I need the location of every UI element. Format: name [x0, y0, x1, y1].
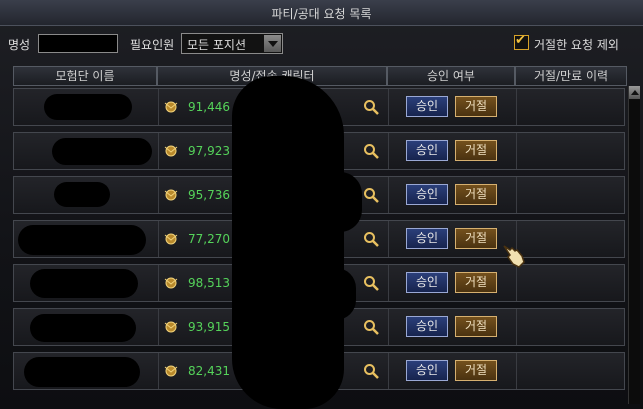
approve-button[interactable]: 승인 [406, 272, 448, 293]
search-icon[interactable] [363, 231, 379, 247]
search-icon[interactable] [363, 363, 379, 379]
chevron-down-icon[interactable] [264, 35, 281, 52]
fame-value: 95,736 [188, 188, 230, 202]
column-header-approval[interactable]: 승인 여부 [387, 66, 515, 86]
approve-button[interactable]: 승인 [406, 184, 448, 205]
redaction-scribble [318, 172, 362, 232]
reject-button[interactable]: 거절 [455, 184, 497, 205]
reject-button[interactable]: 거절 [455, 360, 497, 381]
reject-button[interactable]: 거절 [455, 96, 497, 117]
redacted-name [18, 225, 146, 255]
reject-button[interactable]: 거절 [455, 140, 497, 161]
approve-button[interactable]: 승인 [406, 140, 448, 161]
rank-emblem-icon [164, 277, 178, 289]
fame-value: 82,431 [188, 364, 230, 378]
redacted-name [44, 94, 132, 120]
search-icon[interactable] [363, 275, 379, 291]
rank-emblem-icon [164, 365, 178, 377]
redaction-scribble [232, 76, 344, 409]
reject-button[interactable]: 거절 [455, 228, 497, 249]
fame-value: 97,923 [188, 144, 230, 158]
column-header-adventurer-name[interactable]: 모험단 이름 [13, 66, 157, 86]
search-icon[interactable] [363, 143, 379, 159]
search-icon[interactable] [363, 99, 379, 115]
position-select-value: 모든 포지션 [187, 38, 247, 52]
hand-cursor-icon [503, 245, 525, 268]
exclude-rejected-checkbox[interactable] [514, 33, 529, 50]
search-icon[interactable] [363, 187, 379, 203]
redacted-name [52, 138, 152, 165]
approve-button[interactable]: 승인 [406, 96, 448, 117]
fame-input[interactable] [38, 34, 118, 53]
approve-button[interactable]: 승인 [406, 316, 448, 337]
reject-button[interactable]: 거절 [455, 272, 497, 293]
rank-emblem-icon [164, 233, 178, 245]
position-select[interactable]: 모든 포지션 [181, 33, 283, 54]
redacted-name [54, 182, 110, 207]
scrollbar[interactable] [628, 86, 640, 404]
redacted-name [24, 357, 140, 387]
exclude-rejected-label[interactable]: 거절한 요청 제외 [534, 36, 619, 53]
fame-value: 77,270 [188, 232, 230, 246]
rank-emblem-icon [164, 321, 178, 333]
column-header-history[interactable]: 거절/만료 이력 [515, 66, 627, 86]
approve-button[interactable]: 승인 [406, 360, 448, 381]
rank-emblem-icon [164, 145, 178, 157]
title-bar[interactable]: 파티/공대 요청 목록 [0, 0, 643, 26]
fame-value: 98,513 [188, 276, 230, 290]
window-title: 파티/공대 요청 목록 [271, 7, 372, 21]
reject-button[interactable]: 거절 [455, 316, 497, 337]
redacted-name [30, 269, 138, 298]
fame-value: 91,446 [188, 100, 230, 114]
rank-emblem-icon [164, 101, 178, 113]
rank-emblem-icon [164, 189, 178, 201]
redaction-scribble [316, 268, 356, 320]
fame-label: 명성 [8, 38, 31, 52]
scroll-up-arrow-icon[interactable] [629, 86, 640, 99]
party-request-window: 파티/공대 요청 목록 명성 필요인원 모든 포지션 거절한 요청 제외 모험단… [0, 0, 643, 409]
search-icon[interactable] [363, 319, 379, 335]
approve-button[interactable]: 승인 [406, 228, 448, 249]
filter-bar: 명성 필요인원 모든 포지션 거절한 요청 제외 [0, 26, 643, 60]
fame-value: 93,915 [188, 320, 230, 334]
redacted-name [30, 314, 136, 342]
required-members-label: 필요인원 [130, 38, 175, 52]
